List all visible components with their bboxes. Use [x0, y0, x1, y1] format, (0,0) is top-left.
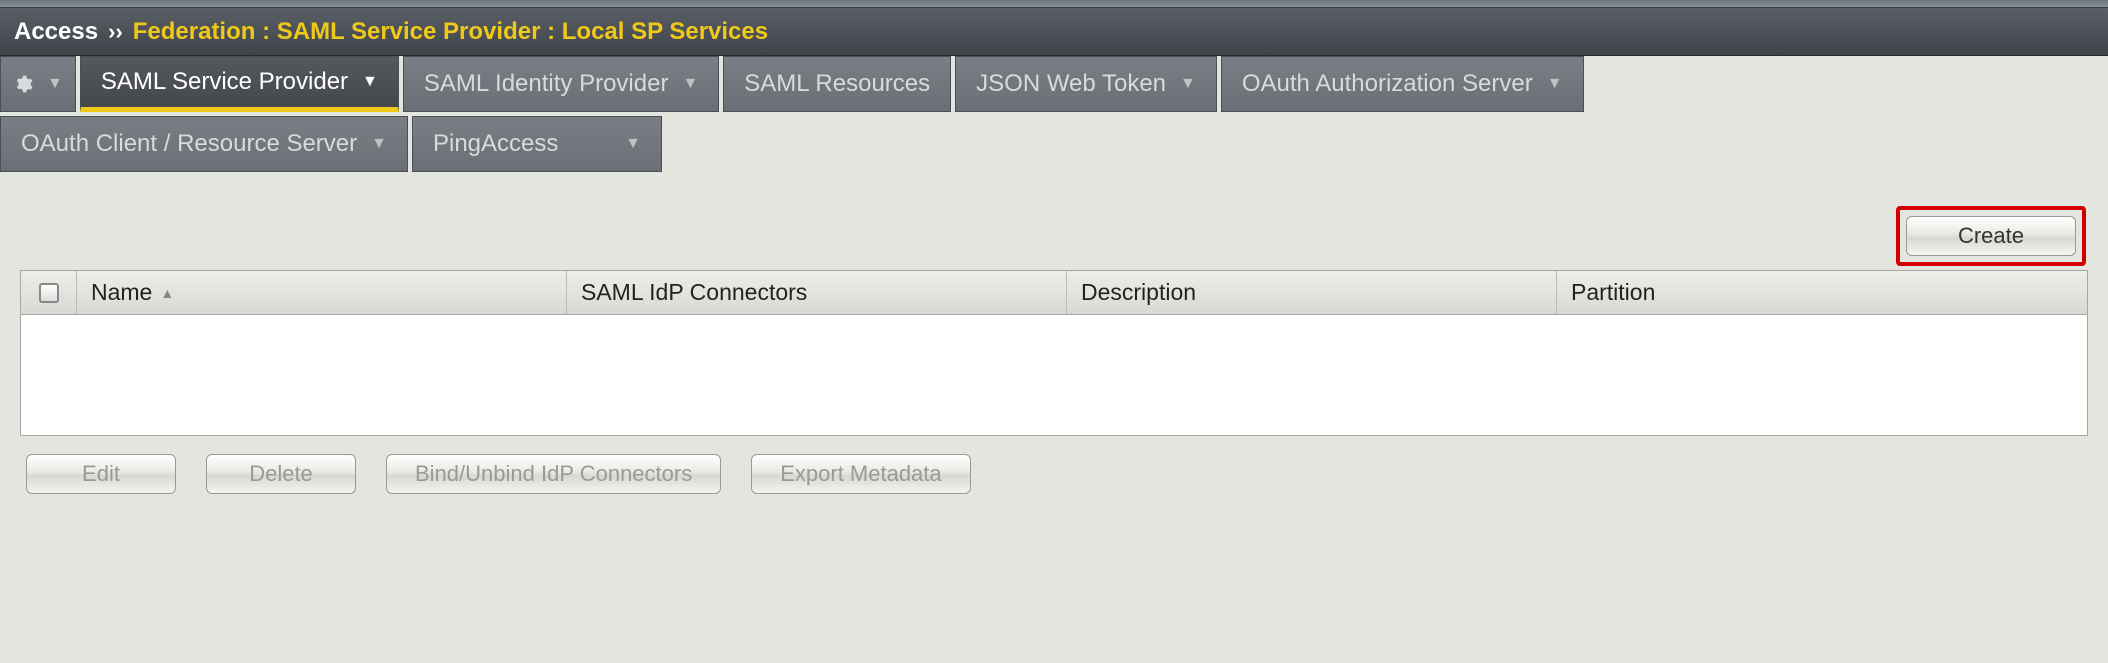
chevron-down-icon: ▼ [1180, 75, 1196, 93]
column-label: Name [91, 279, 152, 306]
tab-bar: ▼ SAML Service Provider ▼ SAML Identity … [0, 56, 2108, 176]
column-saml-idp-connectors[interactable]: SAML IdP Connectors [567, 271, 1067, 314]
tab-saml-identity-provider[interactable]: SAML Identity Provider ▼ [403, 56, 719, 112]
tab-oauth-client-resource-server[interactable]: OAuth Client / Resource Server ▼ [0, 116, 408, 172]
column-label: SAML IdP Connectors [581, 279, 807, 306]
tab-label: SAML Service Provider [101, 68, 348, 96]
tab-row-2: OAuth Client / Resource Server ▼ PingAcc… [0, 116, 2108, 176]
edit-button[interactable]: Edit [26, 454, 176, 494]
breadcrumb-root[interactable]: Access [14, 18, 98, 46]
create-button[interactable]: Create [1906, 216, 2076, 256]
chevron-down-icon: ▼ [47, 75, 63, 93]
select-all-checkbox[interactable] [39, 283, 59, 303]
bind-unbind-idp-button[interactable]: Bind/Unbind IdP Connectors [386, 454, 721, 494]
gear-icon [13, 74, 33, 94]
create-highlight: Create [1896, 206, 2086, 266]
column-label: Description [1081, 279, 1196, 306]
column-partition[interactable]: Partition [1557, 271, 2087, 314]
tab-label: SAML Resources [744, 70, 930, 98]
tab-oauth-authorization-server[interactable]: OAuth Authorization Server ▼ [1221, 56, 1584, 112]
tab-label: SAML Identity Provider [424, 70, 669, 98]
action-row: Edit Delete Bind/Unbind IdP Connectors E… [20, 454, 2088, 494]
breadcrumb-path: Federation : SAML Service Provider : Loc… [133, 18, 768, 46]
tab-label: OAuth Client / Resource Server [21, 130, 357, 158]
sp-services-table: Name ▲ SAML IdP Connectors Description P… [20, 270, 2088, 436]
export-metadata-button[interactable]: Export Metadata [751, 454, 970, 494]
window-top-divider [0, 0, 2108, 8]
delete-button[interactable]: Delete [206, 454, 356, 494]
chevron-down-icon: ▼ [1547, 75, 1563, 93]
select-all-column[interactable] [21, 271, 77, 314]
breadcrumb: Access ›› Federation : SAML Service Prov… [0, 8, 2108, 56]
column-label: Partition [1571, 279, 1655, 306]
tab-saml-service-provider[interactable]: SAML Service Provider ▼ [80, 56, 399, 112]
create-row: Create [20, 206, 2088, 266]
content-area: Create Name ▲ SAML IdP Connectors Descri… [0, 176, 2108, 514]
table-body-empty [21, 315, 2087, 435]
chevron-down-icon: ▼ [682, 75, 698, 93]
column-name[interactable]: Name ▲ [77, 271, 567, 314]
tab-row-1: ▼ SAML Service Provider ▼ SAML Identity … [0, 56, 2108, 116]
table-header: Name ▲ SAML IdP Connectors Description P… [21, 271, 2087, 315]
tab-json-web-token[interactable]: JSON Web Token ▼ [955, 56, 1217, 112]
gear-menu[interactable]: ▼ [0, 56, 76, 112]
tab-label: JSON Web Token [976, 70, 1166, 98]
column-description[interactable]: Description [1067, 271, 1557, 314]
breadcrumb-separator: ›› [108, 19, 123, 45]
chevron-down-icon: ▼ [362, 73, 378, 91]
chevron-down-icon: ▼ [371, 135, 387, 153]
tab-label: OAuth Authorization Server [1242, 70, 1533, 98]
tab-saml-resources[interactable]: SAML Resources [723, 56, 951, 112]
tab-pingaccess[interactable]: PingAccess ▼ [412, 116, 662, 172]
chevron-down-icon: ▼ [625, 135, 641, 153]
tab-label: PingAccess [433, 130, 558, 158]
sort-asc-icon: ▲ [160, 285, 174, 301]
